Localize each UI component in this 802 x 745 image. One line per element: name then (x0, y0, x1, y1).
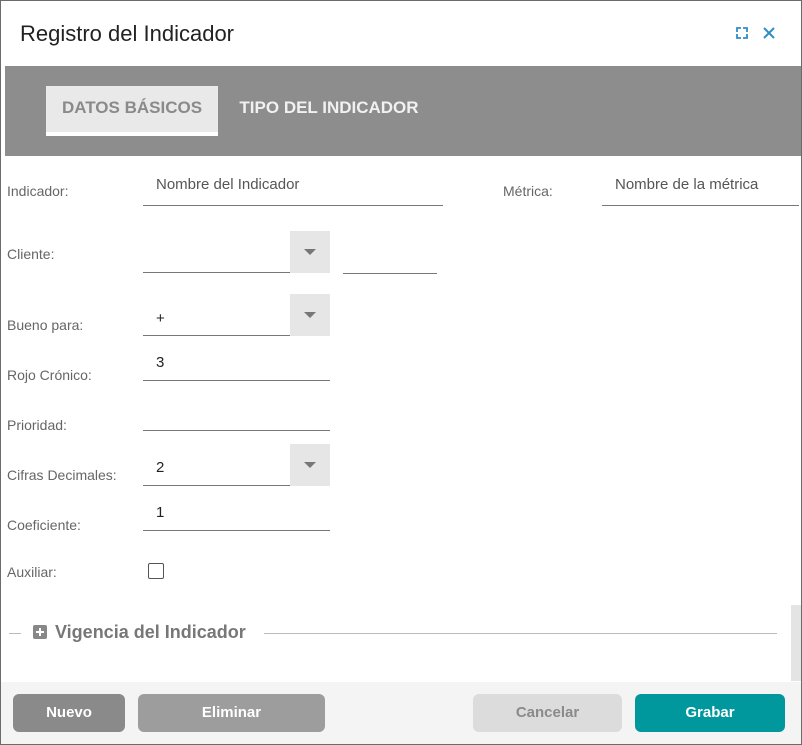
cifras-decimales-dropdown-button[interactable] (290, 444, 330, 486)
chevron-down-icon (304, 312, 316, 318)
section-vigencia[interactable]: Vigencia del Indicador (9, 618, 777, 648)
indicador-label: Indicador: (7, 183, 69, 199)
auxiliar-label: Auxiliar: (7, 564, 57, 580)
cliente-select[interactable] (143, 245, 290, 273)
coeficiente-input[interactable]: 1 (143, 503, 330, 531)
eliminar-button[interactable]: Eliminar (138, 694, 325, 732)
close-icon[interactable] (761, 25, 777, 41)
metrica-placeholder: Nombre de la métrica (615, 176, 759, 193)
dialog: Registro del Indicador DATOS BÁSICOS TIP… (0, 0, 802, 745)
divider (9, 633, 21, 634)
cliente-secondary-input[interactable] (343, 251, 437, 274)
coeficiente-value: 1 (156, 504, 165, 521)
expand-plus-icon[interactable] (33, 625, 47, 639)
cliente-label: Cliente: (7, 246, 55, 262)
expand-icon[interactable] (734, 25, 750, 41)
cifras-decimales-value: 2 (156, 459, 165, 476)
coeficiente-label: Coeficiente: (7, 517, 81, 533)
grabar-button[interactable]: Grabar (635, 694, 785, 732)
metrica-input[interactable]: Nombre de la métrica (602, 176, 799, 206)
rojo-cronico-value: 3 (156, 354, 165, 371)
footer: Nuevo Eliminar Cancelar Grabar (1, 682, 801, 744)
scrollbar[interactable] (791, 605, 801, 681)
auxiliar-checkbox[interactable] (148, 563, 164, 579)
prioridad-label: Prioridad: (7, 417, 67, 433)
cifras-decimales-label: Cifras Decimales: (7, 467, 117, 483)
nuevo-button[interactable]: Nuevo (13, 694, 125, 732)
cifras-decimales-select[interactable]: 2 (143, 458, 290, 486)
cancelar-button[interactable]: Cancelar (473, 694, 622, 732)
cliente-dropdown-button[interactable] (290, 231, 330, 273)
indicador-placeholder: Nombre del Indicador (156, 176, 300, 193)
metrica-label: Métrica: (503, 183, 553, 199)
chevron-down-icon (304, 462, 316, 468)
indicador-input[interactable]: Nombre del Indicador (143, 176, 443, 206)
divider (264, 633, 777, 634)
bueno-para-select[interactable]: + (143, 308, 290, 336)
dialog-title: Registro del Indicador (20, 21, 235, 46)
tab-tipo-indicador[interactable]: TIPO DEL INDICADOR (235, 86, 423, 132)
bueno-para-label: Bueno para: (7, 317, 84, 333)
rojo-cronico-input[interactable]: 3 (143, 353, 330, 381)
tab-bar: DATOS BÁSICOS TIPO DEL INDICADOR (5, 66, 801, 156)
section-title: Vigencia del Indicador (55, 622, 246, 642)
tab-datos-basicos[interactable]: DATOS BÁSICOS (46, 86, 218, 136)
rojo-cronico-label: Rojo Crónico: (7, 367, 92, 383)
chevron-down-icon (304, 249, 316, 255)
bueno-para-value: + (156, 310, 165, 327)
bueno-para-dropdown-button[interactable] (290, 294, 330, 336)
prioridad-input[interactable] (143, 403, 330, 431)
